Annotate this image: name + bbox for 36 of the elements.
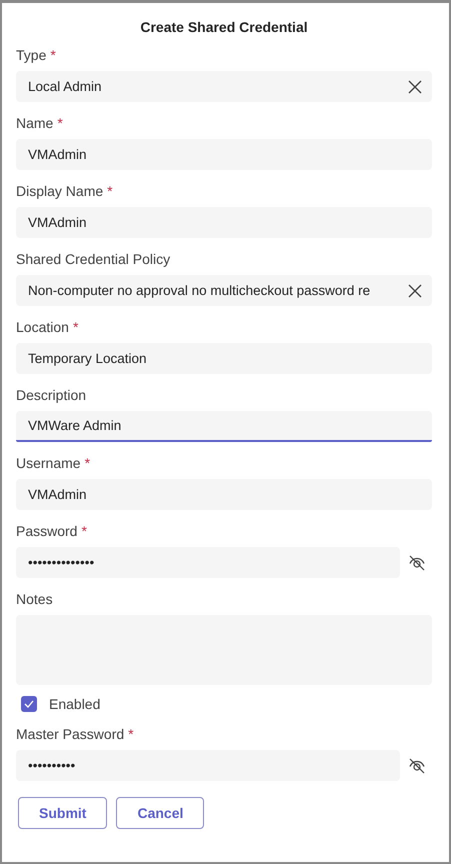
- dropdown-field[interactable]: Local Admin: [16, 71, 432, 102]
- action-button[interactable]: Cancel: [116, 797, 204, 829]
- field-label: Name: [16, 115, 54, 131]
- input-field[interactable]: Temporary Location: [16, 343, 432, 374]
- required-mark: *: [128, 726, 134, 742]
- input-field[interactable]: VMAdmin: [16, 207, 432, 238]
- field-label: Location: [16, 319, 69, 335]
- password-field[interactable]: ••••••••••••••: [16, 547, 400, 578]
- required-mark: *: [50, 47, 56, 63]
- field-label: Display Name: [16, 183, 104, 199]
- clear-icon[interactable]: [408, 80, 422, 94]
- field-label: Password: [16, 523, 78, 539]
- required-mark: *: [107, 183, 113, 199]
- field-label: Master Password: [16, 726, 124, 742]
- dropdown-field[interactable]: Non-computer no approval no multicheckout password re: [16, 275, 432, 306]
- field-label: Shared Credential Policy: [16, 251, 170, 267]
- input-field[interactable]: VMAdmin: [16, 139, 432, 170]
- input-field[interactable]: VMWare Admin: [16, 411, 432, 442]
- hide-password-icon[interactable]: [408, 758, 426, 774]
- field-label: Username: [16, 455, 81, 471]
- required-mark: *: [81, 523, 87, 539]
- field-label: Notes: [16, 591, 53, 607]
- field-label: Enabled: [49, 696, 100, 712]
- password-field[interactable]: ••••••••••: [16, 750, 400, 781]
- checkmark-icon: [24, 700, 34, 708]
- required-mark: *: [57, 115, 63, 131]
- input-field[interactable]: VMAdmin: [16, 479, 432, 510]
- dialog-title: Create Shared Credential: [140, 18, 308, 37]
- field-label: Type: [16, 47, 46, 63]
- checkbox[interactable]: [21, 696, 37, 712]
- required-mark: *: [72, 319, 78, 335]
- field-label: Description: [16, 387, 86, 403]
- action-button[interactable]: Submit: [18, 797, 108, 829]
- hide-password-icon[interactable]: [408, 554, 426, 570]
- clear-icon[interactable]: [408, 284, 422, 298]
- required-mark: *: [84, 455, 90, 471]
